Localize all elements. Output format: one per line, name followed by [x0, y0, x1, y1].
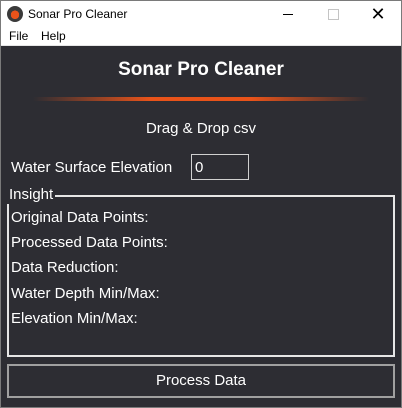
- menu-bar: File Help: [1, 27, 401, 46]
- app-window: Sonar Pro Cleaner ✕ File Help Sonar Pro …: [0, 0, 402, 408]
- insight-legend: Insight: [7, 186, 56, 204]
- close-icon: ✕: [370, 3, 386, 24]
- main-panel: Sonar Pro Cleaner Drag & Drop csv Water …: [1, 46, 401, 407]
- minimize-icon: [283, 13, 293, 15]
- menu-file[interactable]: File: [9, 27, 28, 45]
- maximize-icon: [327, 8, 339, 20]
- app-logo-icon: [7, 6, 23, 22]
- window-title: Sonar Pro Cleaner: [28, 7, 128, 21]
- water-surface-elevation-label: Water Surface Elevation: [11, 159, 173, 176]
- elevation-min-max-label: Elevation Min/Max:: [11, 310, 138, 327]
- water-surface-elevation-input[interactable]: [191, 154, 249, 180]
- data-reduction-label: Data Reduction:: [11, 259, 119, 276]
- title-bar[interactable]: Sonar Pro Cleaner ✕: [1, 1, 401, 27]
- app-heading: Sonar Pro Cleaner: [118, 59, 284, 80]
- minimize-button[interactable]: [265, 1, 311, 27]
- drop-zone-label[interactable]: Drag & Drop csv: [1, 120, 401, 138]
- accent-divider: [33, 97, 369, 101]
- processed-data-points-label: Processed Data Points:: [11, 234, 168, 251]
- original-data-points-label: Original Data Points:: [11, 209, 149, 226]
- close-button[interactable]: ✕: [355, 1, 401, 27]
- water-depth-min-max-label: Water Depth Min/Max:: [11, 285, 160, 302]
- menu-help[interactable]: Help: [41, 27, 66, 45]
- maximize-button[interactable]: [310, 1, 356, 27]
- process-data-button[interactable]: Process Data: [7, 364, 395, 398]
